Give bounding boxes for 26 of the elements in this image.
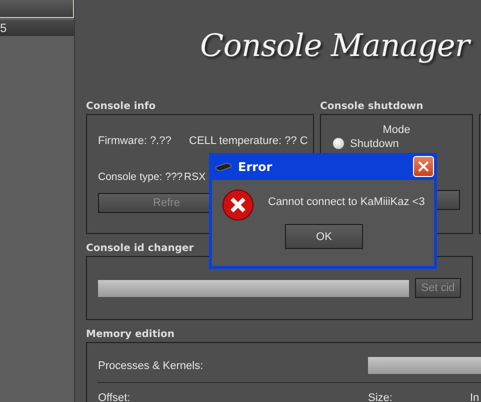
firmware-label: Firmware: ?.?? <box>98 135 172 147</box>
dialog-title: Error <box>238 160 272 174</box>
radio-label: Shutdown <box>350 138 399 150</box>
close-button[interactable] <box>413 156 434 177</box>
section-title: Console shutdown <box>320 100 424 114</box>
console-type-label: Console type: ??? <box>98 171 184 183</box>
section-title: Console id changer <box>86 242 195 256</box>
processes-label: Processes & Kernels: <box>98 360 204 372</box>
error-message: Cannot connect to KaMiiiKaz <3 <box>268 196 425 208</box>
error-icon <box>222 189 254 221</box>
input-label: In <box>470 392 480 402</box>
console-icon <box>215 162 232 171</box>
size-label: Size: <box>368 392 394 402</box>
ok-button[interactable]: OK <box>285 224 363 249</box>
offset-label: Offset: <box>98 392 132 402</box>
section-title: Console info <box>86 100 157 114</box>
temperature-label: CELL temperature: ?? C <box>189 135 308 147</box>
app-title: Console Manager <box>200 28 470 64</box>
cid-input-field[interactable] <box>98 280 409 296</box>
radio-button[interactable] <box>332 137 345 150</box>
list-item[interactable]: 5 <box>0 20 74 36</box>
close-icon <box>417 160 430 173</box>
rsx-label: RSX <box>184 171 206 183</box>
list-item[interactable] <box>0 0 74 18</box>
mode-label: Mode <box>382 124 410 136</box>
section-title: Memory edition <box>86 328 176 342</box>
